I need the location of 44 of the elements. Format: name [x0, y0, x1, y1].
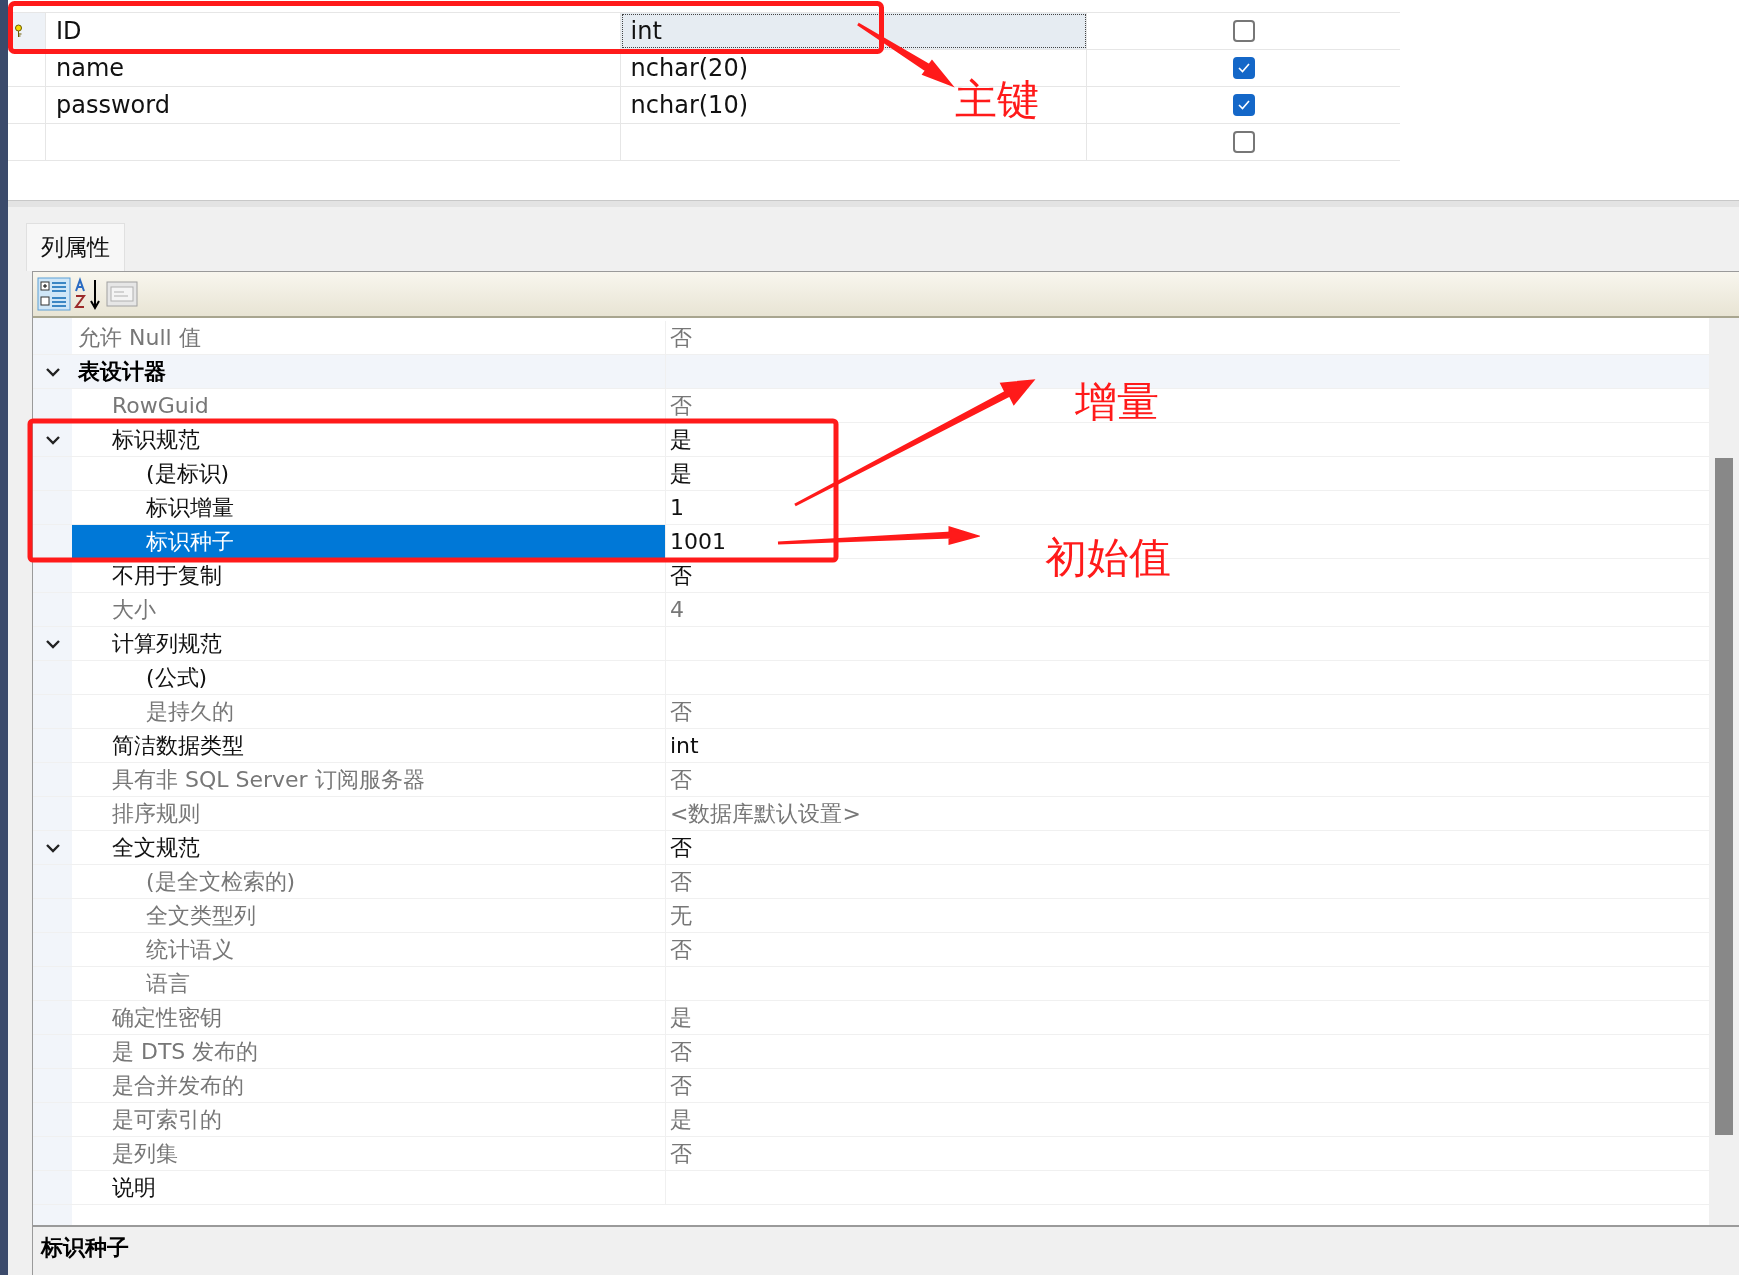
annotation-label: 初始值: [1045, 532, 1171, 584]
property-value[interactable]: 否: [670, 560, 692, 591]
property-value: 否: [670, 935, 692, 964]
property-value: 是: [670, 1003, 692, 1032]
property-name[interactable]: 标识种子: [72, 525, 666, 558]
allow-null-checkbox[interactable]: [1232, 20, 1255, 42]
allow-null-checkbox[interactable]: [1232, 94, 1255, 116]
data-type-cell[interactable]: nchar(20): [630, 54, 749, 82]
property-value: 否: [670, 697, 692, 726]
property-value[interactable]: 1001: [670, 529, 726, 554]
property-value: 否: [670, 323, 692, 352]
annotation-label: 主键: [955, 74, 1039, 126]
property-value[interactable]: 1: [670, 495, 684, 520]
key-icon: [14, 24, 23, 38]
property-value: <数据库默认设置>: [670, 799, 861, 828]
property-value: 是: [670, 1105, 692, 1134]
property-value: 否: [670, 391, 692, 420]
annotation-label: 增量: [1075, 376, 1159, 428]
column-name-cell[interactable]: name: [55, 54, 125, 82]
property-value[interactable]: 是: [670, 424, 692, 455]
scrollbar[interactable]: [1709, 318, 1739, 1225]
check-icon: [1236, 62, 1251, 74]
category-label[interactable]: 表设计器: [72, 355, 666, 388]
property-value: 无: [670, 901, 692, 930]
check-icon: [1236, 99, 1251, 111]
property-value: 否: [670, 1071, 692, 1100]
property-value[interactable]: int: [670, 733, 699, 758]
property-value: 否: [670, 765, 692, 794]
column-name-cell[interactable]: password: [55, 91, 170, 119]
column-name-cell[interactable]: ID: [55, 17, 82, 45]
properties-tab[interactable]: 列属性: [26, 223, 125, 271]
data-type-cell[interactable]: int: [620, 13, 1088, 49]
property-value[interactable]: 否: [670, 832, 692, 863]
data-type-cell[interactable]: nchar(10): [630, 91, 749, 119]
property-value[interactable]: 是: [670, 458, 692, 489]
allow-null-checkbox[interactable]: [1232, 131, 1255, 153]
description-title: 标识种子: [41, 1235, 129, 1260]
allow-null-checkbox[interactable]: [1232, 57, 1255, 79]
sort-alphabetical-icon[interactable]: [73, 277, 103, 311]
categorized-icon[interactable]: [37, 277, 71, 311]
property-value: 否: [670, 867, 692, 896]
property-value: 否: [670, 1139, 692, 1168]
property-value: 4: [670, 597, 684, 622]
property-value: 否: [670, 1037, 692, 1066]
